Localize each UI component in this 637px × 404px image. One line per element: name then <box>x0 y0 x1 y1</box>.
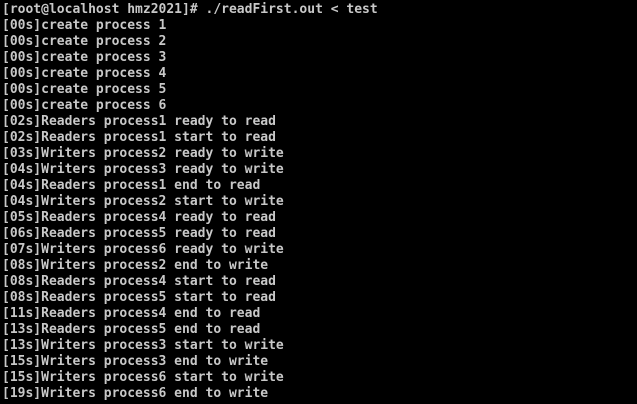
terminal-line: [00s]create process 1 <box>2 18 167 33</box>
terminal-line: [15s]Writers process3 end to write <box>2 354 269 369</box>
terminal-line: [00s]create process 5 <box>2 82 167 97</box>
terminal-line: [03s]Writers process2 ready to write <box>2 146 284 161</box>
terminal-line: [06s]Readers process5 ready to read <box>2 226 276 241</box>
terminal-line: [00s]create process 4 <box>2 66 167 81</box>
terminal-line: [08s]Writers process2 end to write <box>2 258 269 273</box>
terminal-window[interactable]: [root@localhost hmz2021]# ./readFirst.ou… <box>0 0 637 404</box>
terminal-line: [00s]create process 6 <box>2 98 167 113</box>
terminal-line: [04s]Writers process2 start to write <box>2 194 284 209</box>
terminal-line: [07s]Writers process6 ready to write <box>2 242 284 257</box>
terminal-line: [00s]create process 3 <box>2 50 167 65</box>
terminal-line-command: [root@localhost hmz2021]# ./readFirst.ou… <box>2 2 378 17</box>
terminal-output: [root@localhost hmz2021]# ./readFirst.ou… <box>2 2 378 402</box>
terminal-line: [02s]Readers process1 ready to read <box>2 114 276 129</box>
terminal-line: [15s]Writers process6 start to write <box>2 370 284 385</box>
terminal-line: [13s]Writers process3 start to write <box>2 338 284 353</box>
terminal-line: [00s]create process 2 <box>2 34 167 49</box>
terminal-line: [13s]Readers process5 end to read <box>2 322 261 337</box>
terminal-line: [08s]Readers process4 start to read <box>2 274 276 289</box>
terminal-line: [11s]Readers process4 end to read <box>2 306 261 321</box>
terminal-line: [19s]Writers process6 end to write <box>2 386 269 401</box>
terminal-line: [04s]Readers process1 end to read <box>2 178 261 193</box>
terminal-line: [05s]Readers process4 ready to read <box>2 210 276 225</box>
terminal-line: [04s]Writers process3 ready to write <box>2 162 284 177</box>
terminal-line: [02s]Readers process1 start to read <box>2 130 276 145</box>
terminal-line: [08s]Readers process5 start to read <box>2 290 276 305</box>
